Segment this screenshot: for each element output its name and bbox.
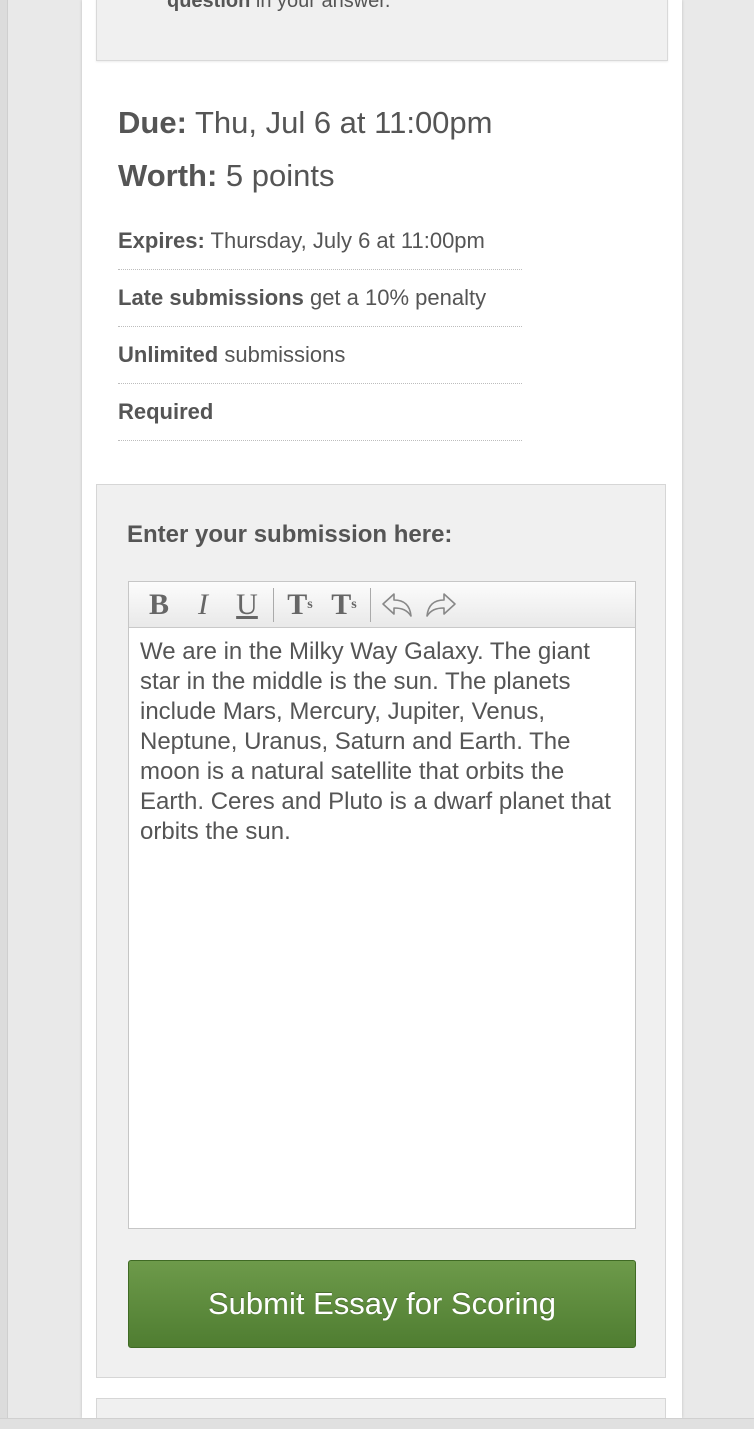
superscript-button[interactable]: Ts xyxy=(322,585,366,625)
essay-editor[interactable]: B I U Ts Ts We are in the Milky Way Gala… xyxy=(128,581,636,1229)
question-info-rest: in your answer. xyxy=(250,0,391,12)
toolbar-divider xyxy=(273,587,274,622)
italic-button[interactable]: I xyxy=(181,585,225,625)
worth-value: 5 points xyxy=(217,158,335,193)
submit-essay-button[interactable]: Submit Essay for Scoring xyxy=(128,1260,636,1348)
redo-icon xyxy=(426,592,456,617)
meta-late-value: get a 10% penalty xyxy=(303,285,487,310)
undo-button[interactable] xyxy=(375,585,419,625)
meta-expires-label: Expires: xyxy=(118,228,205,253)
undo-icon xyxy=(382,592,412,617)
due-value: Thu, Jul 6 at 11:00pm xyxy=(186,105,493,140)
subscript-button[interactable]: Ts xyxy=(278,585,322,625)
question-info-box: question in your answer. xyxy=(96,0,668,61)
subscript-base: T xyxy=(287,587,308,621)
editor-toolbar: B I U Ts Ts xyxy=(129,582,635,628)
meta-unlimited: Unlimited submissions xyxy=(118,327,522,384)
meta-late-submissions: Late submissions get a 10% penalty xyxy=(118,270,522,327)
question-info-bold: question xyxy=(167,0,251,12)
submission-heading: Enter your submission here: xyxy=(127,521,453,548)
essay-text[interactable]: We are in the Milky Way Galaxy. The gian… xyxy=(129,628,635,847)
superscript-mark: s xyxy=(351,596,357,612)
worth-points: Worth: 5 points xyxy=(118,158,335,194)
redo-button[interactable] xyxy=(419,585,463,625)
worth-label: Worth: xyxy=(118,158,218,193)
due-date: Due: Thu, Jul 6 at 11:00pm xyxy=(118,105,493,141)
meta-unlimited-value: submissions xyxy=(218,342,346,367)
subscript-mark: s xyxy=(307,596,313,612)
bold-button[interactable]: B xyxy=(137,585,181,625)
meta-expires-value: Thursday, July 6 at 11:00pm xyxy=(204,228,485,253)
meta-required: Required xyxy=(118,384,522,441)
meta-required-label: Required xyxy=(118,399,214,424)
question-info-text: question in your answer. xyxy=(167,0,390,13)
superscript-base: T xyxy=(331,587,352,621)
assignment-meta-list: Expires: Thursday, July 6 at 11:00pm Lat… xyxy=(118,213,522,441)
meta-late-label: Late submissions xyxy=(118,285,304,310)
meta-unlimited-label: Unlimited xyxy=(118,342,219,367)
submission-panel: Enter your submission here: B I U Ts Ts xyxy=(96,484,666,1378)
due-label: Due: xyxy=(118,105,187,140)
left-gutter xyxy=(0,0,8,1428)
assignment-page: question in your answer. Due: Thu, Jul 6… xyxy=(82,0,682,1428)
underline-button[interactable]: U xyxy=(225,585,269,625)
toolbar-divider xyxy=(370,587,371,622)
meta-expires: Expires: Thursday, July 6 at 11:00pm xyxy=(118,213,522,270)
bottom-edge xyxy=(0,1418,754,1429)
